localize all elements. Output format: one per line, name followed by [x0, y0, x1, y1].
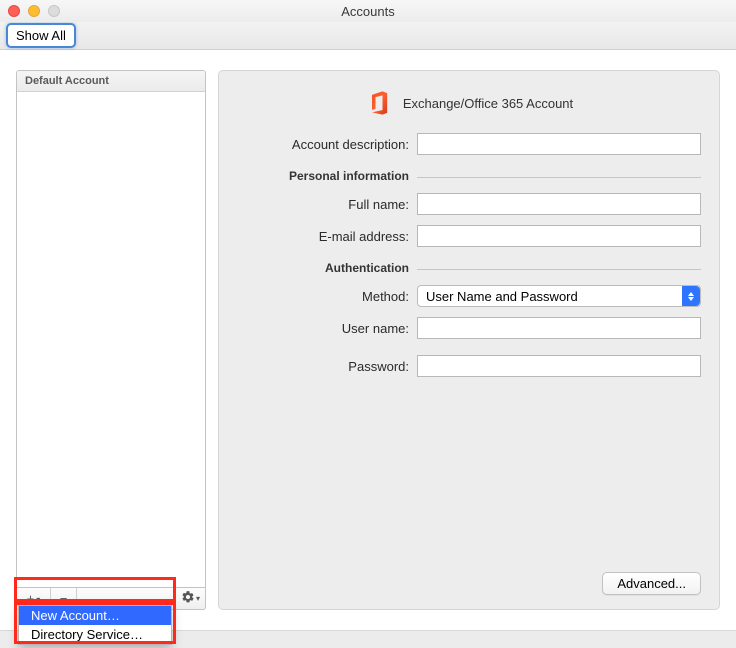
advanced-button[interactable]: Advanced...: [602, 572, 701, 595]
plus-icon: +: [27, 591, 35, 606]
toolbar: Show All: [0, 22, 736, 50]
label-description: Account description:: [237, 137, 417, 152]
window-title: Accounts: [0, 4, 736, 19]
close-window-button[interactable]: [8, 5, 20, 17]
chevron-down-icon: ▾: [36, 595, 40, 604]
account-detail-panel: Exchange/Office 365 Account Account desc…: [218, 70, 720, 610]
input-fullname[interactable]: [417, 193, 701, 215]
accounts-list-header: Default Account: [17, 71, 205, 92]
input-email[interactable]: [417, 225, 701, 247]
label-password: Password:: [237, 359, 417, 374]
row-username: User name:: [237, 317, 701, 339]
label-fullname: Full name:: [237, 197, 417, 212]
section-personal-info-label: Personal information: [237, 169, 417, 183]
accounts-list-body[interactable]: [17, 92, 205, 587]
row-fullname: Full name:: [237, 193, 701, 215]
label-username: User name:: [237, 321, 417, 336]
select-method[interactable]: User Name and Password: [417, 285, 701, 307]
row-method: Method: User Name and Password: [237, 285, 701, 307]
account-header: Exchange/Office 365 Account: [237, 89, 701, 117]
input-password[interactable]: [417, 355, 701, 377]
titlebar: Accounts: [0, 0, 736, 22]
show-all-button[interactable]: Show All: [6, 23, 76, 48]
row-password: Password:: [237, 355, 701, 377]
office365-icon: [365, 89, 393, 117]
row-description: Account description:: [237, 133, 701, 155]
row-email: E-mail address:: [237, 225, 701, 247]
divider: [417, 177, 701, 178]
accounts-actions-button[interactable]: ▾: [175, 588, 205, 609]
label-method: Method:: [237, 289, 417, 304]
label-email: E-mail address:: [237, 229, 417, 244]
gear-icon: [181, 590, 195, 607]
section-personal-info: Personal information: [237, 169, 701, 183]
chevron-down-icon: ▾: [196, 594, 200, 603]
account-type-label: Exchange/Office 365 Account: [403, 96, 573, 111]
window-controls: [8, 5, 60, 17]
content: Default Account + ▾ − ▾: [0, 50, 736, 626]
section-authentication: Authentication: [237, 261, 701, 275]
accounts-list: Default Account: [16, 70, 206, 588]
input-username[interactable]: [417, 317, 701, 339]
menu-item-new-account[interactable]: New Account…: [19, 606, 171, 625]
input-description[interactable]: [417, 133, 701, 155]
zoom-window-button[interactable]: [48, 5, 60, 17]
divider: [417, 269, 701, 270]
minimize-window-button[interactable]: [28, 5, 40, 17]
minus-icon: −: [60, 591, 68, 606]
section-authentication-label: Authentication: [237, 261, 417, 275]
menu-item-directory-service[interactable]: Directory Service…: [19, 625, 171, 644]
add-account-menu: New Account… Directory Service…: [18, 605, 172, 645]
select-method-value: User Name and Password: [426, 289, 578, 304]
select-stepper-icon: [682, 286, 700, 306]
accounts-sidebar: Default Account + ▾ − ▾: [16, 70, 206, 610]
